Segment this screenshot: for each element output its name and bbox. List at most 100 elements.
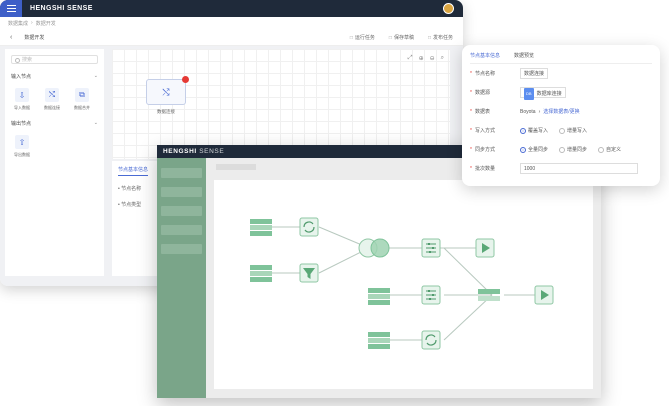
chevron-down-icon: ⌄ <box>93 73 98 79</box>
breadcrumb-separator: › <box>31 20 33 26</box>
table-value: Boyota <box>520 108 536 115</box>
group-title[interactable]: 输出节点 ⌄ <box>11 120 98 127</box>
filter-icon[interactable] <box>299 263 319 283</box>
prop-row-table: 数据表 Boyota›选择数据表/更换 <box>470 102 652 121</box>
node-item-union[interactable]: ⧉ 数据合并 <box>71 88 93 111</box>
radio-incremental-sync[interactable]: 增量同步 <box>559 146 587 153</box>
refresh-icon[interactable] <box>421 330 441 350</box>
panel-item-label: 节点名称 <box>121 186 142 192</box>
settings-icon[interactable] <box>421 285 441 305</box>
tab-node-info[interactable]: 节点基本信息 <box>118 166 149 176</box>
save-draft-button[interactable]: 保存草稿 <box>389 34 414 41</box>
play-icon[interactable] <box>534 285 554 305</box>
import-icon: ⇩ <box>15 88 29 102</box>
chevron-right-icon: › <box>538 108 541 115</box>
prop-label: 同步方式 <box>470 146 520 153</box>
brand-bold: HENGSHI <box>163 148 197 155</box>
radio-label: 增量同步 <box>567 147 588 153</box>
breadcrumb-item[interactable]: 数据开发 <box>36 20 56 27</box>
settings-icon[interactable] <box>421 238 441 258</box>
node-item-label: 数据合并 <box>74 105 90 110</box>
radio-label: 覆盖写入 <box>528 128 549 134</box>
run-task-button[interactable]: 运行任务 <box>350 34 375 41</box>
page-title: 数据开发 <box>24 34 45 41</box>
radio-custom[interactable]: 自定义 <box>598 146 621 153</box>
export-icon: ⇧ <box>15 135 29 149</box>
prop-label: 数据源 <box>470 89 520 96</box>
refresh-icon[interactable] <box>299 217 319 237</box>
back-arrow-icon[interactable]: ‹ <box>10 34 12 41</box>
toolbar-actions: 运行任务 保存草稿 发布任务 <box>350 29 453 46</box>
group-items: ⇧ 导出数据 <box>11 135 98 158</box>
group-title[interactable]: 输入节点 ⌄ <box>11 73 98 80</box>
node-item-label: 导入数据 <box>14 105 30 110</box>
panel-item-label: 节点类型 <box>121 202 142 208</box>
brand-thin: SENSE <box>196 148 225 155</box>
prop-label: 批次数量 <box>470 165 520 172</box>
table-node[interactable] <box>368 288 390 305</box>
select-table-link[interactable]: 选择数据表/更换 <box>543 108 579 115</box>
sidebar-item[interactable] <box>161 187 202 197</box>
sidebar-item[interactable] <box>161 206 202 216</box>
group-title-label: 输出节点 <box>11 121 32 127</box>
join-icon[interactable] <box>358 238 390 258</box>
search-icon[interactable]: ⌕ <box>441 55 444 62</box>
zoom-out-icon[interactable]: ⊖ <box>430 55 435 62</box>
sidebar-item[interactable] <box>161 225 202 235</box>
radio-overwrite[interactable]: 覆盖写入 <box>520 127 548 134</box>
radio-label: 全量同步 <box>528 147 549 153</box>
group-items: ⇩ 导入数据 ⤭ 数据连接 ⧉ 数据合并 <box>11 88 98 111</box>
node-item-export[interactable]: ⇧ 导出数据 <box>11 135 33 158</box>
prop-row-batch: 批次数量 1000 <box>470 159 652 178</box>
prop-label: 数据表 <box>470 108 520 115</box>
sidebar-item[interactable] <box>161 168 202 178</box>
flow-diagram <box>250 217 554 350</box>
prop-row-write-mode: 写入方式 覆盖写入 增量写入 <box>470 121 652 140</box>
datasource-select[interactable]: DB 数据库连接 <box>520 87 566 100</box>
radio-full-sync[interactable]: 全量同步 <box>520 146 548 153</box>
radio-label: 增量写入 <box>567 128 588 134</box>
group-title-label: 输入节点 <box>11 74 32 80</box>
radio-append[interactable]: 增量写入 <box>559 127 587 134</box>
brand-logo: HENGSHI SENSE <box>163 148 224 155</box>
error-dot <box>182 76 189 83</box>
sidebar <box>157 158 206 398</box>
union-icon: ⧉ <box>75 88 89 102</box>
page-toolbar: ‹ 数据开发 运行任务 保存草稿 发布任务 <box>0 29 463 46</box>
fit-icon[interactable]: ⤢ <box>408 55 413 62</box>
sidebar-item[interactable] <box>161 244 202 254</box>
batch-size-input[interactable]: 1000 <box>520 163 638 174</box>
flow-canvas[interactable] <box>214 180 593 389</box>
tab-data-preview[interactable]: 数据预览 <box>514 52 534 59</box>
node-item-label: 数据连接 <box>44 105 60 110</box>
radio-label: 自定义 <box>606 147 622 153</box>
prop-label: 节点名称 <box>470 70 520 77</box>
node-library: 搜索 输入节点 ⌄ ⇩ 导入数据 ⤭ 数据连接 ⧉ 数据合并 输出节点 ⌄ ⇧ … <box>5 49 104 276</box>
table-node[interactable] <box>250 265 272 282</box>
table-node[interactable] <box>368 332 390 349</box>
node-name-field[interactable]: 数据连接 <box>520 68 549 79</box>
table-node[interactable] <box>250 219 272 236</box>
top-bar: HENGSHI SENSE <box>0 0 463 17</box>
zoom-in-icon[interactable]: ⊕ <box>419 55 424 62</box>
canvas-node-join[interactable]: ⤭ <box>146 76 189 105</box>
search-input[interactable]: 搜索 <box>11 55 98 64</box>
node-item-import[interactable]: ⇩ 导入数据 <box>11 88 33 111</box>
publish-task-button[interactable]: 发布任务 <box>428 34 453 41</box>
play-icon[interactable] <box>475 238 495 258</box>
prop-label: 写入方式 <box>470 127 520 134</box>
chevron-down-icon: ⌄ <box>93 120 98 126</box>
tab-node-info[interactable]: 节点基本信息 <box>470 52 500 59</box>
menu-icon[interactable] <box>0 0 22 17</box>
breadcrumb-item[interactable]: 数据集成 <box>8 20 28 27</box>
flow-canvas[interactable]: ⤢ ⊕ ⊖ ⌕ ⤭ 数据连接 <box>112 49 450 159</box>
node-item-join[interactable]: ⤭ 数据连接 <box>41 88 63 111</box>
avatar[interactable] <box>443 3 454 14</box>
props-tabs: 节点基本信息 数据预览 <box>470 52 652 64</box>
canvas-tools: ⤢ ⊕ ⊖ ⌕ <box>408 55 444 62</box>
brand-logo: HENGSHI SENSE <box>30 5 93 12</box>
prop-row-name: 节点名称 数据连接 <box>470 64 652 83</box>
prop-row-source: 数据源 DB数据库连接 <box>470 83 652 102</box>
tab-placeholder <box>216 164 256 170</box>
flow-edges <box>259 226 544 341</box>
